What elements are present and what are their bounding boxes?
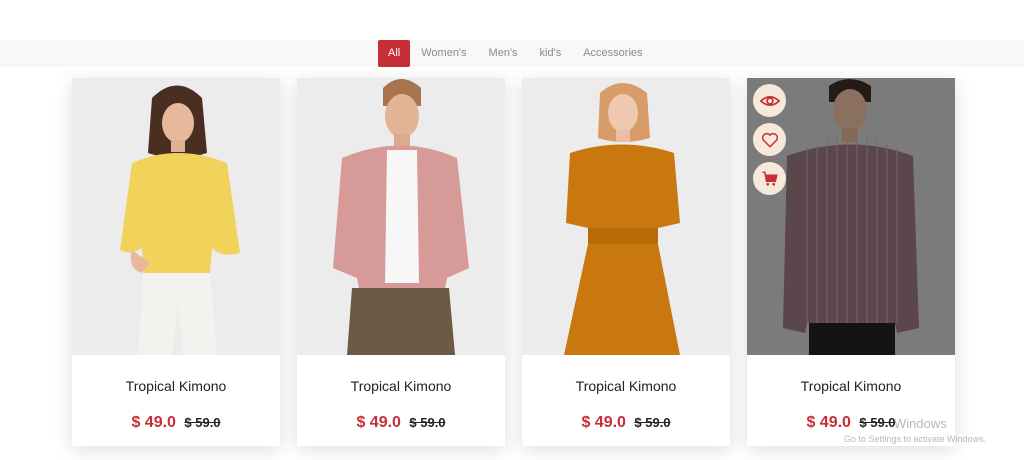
cart-icon: [762, 171, 778, 186]
product-old-price: $ 59.0: [409, 415, 446, 430]
product-price: $ 49.0: [806, 414, 851, 431]
product-old-price: $ 59.0: [634, 415, 671, 430]
product-old-price: $ 59.0: [859, 415, 896, 430]
product-price: $ 49.0: [131, 414, 176, 431]
product-image[interactable]: [297, 78, 505, 355]
product-card[interactable]: Tropical Kimono $ 49.0 $ 59.0: [297, 78, 505, 446]
wishlist-button[interactable]: [753, 123, 786, 156]
product-image[interactable]: [522, 78, 730, 355]
product-title[interactable]: Tropical Kimono: [747, 378, 955, 394]
woman-yellow-blouse-photo: [72, 78, 280, 355]
product-image[interactable]: [747, 78, 955, 355]
quick-view-button[interactable]: [753, 84, 786, 117]
woman-orange-dress-photo: [522, 78, 730, 355]
price-row: $ 49.0 $ 59.0: [72, 414, 280, 432]
product-title[interactable]: Tropical Kimono: [72, 378, 280, 394]
product-card[interactable]: Tropical Kimono $ 49.0 $ 59.0: [72, 78, 280, 446]
tab-womens[interactable]: Women's: [410, 40, 477, 67]
tab-accessories[interactable]: Accessories: [572, 40, 653, 67]
heart-icon: [761, 132, 778, 148]
tab-all[interactable]: All: [378, 40, 411, 67]
price-row: $ 49.0 $ 59.0: [297, 414, 505, 432]
product-price: $ 49.0: [356, 414, 401, 431]
filter-tabs: All Women's Men's kid's Accessories: [378, 40, 654, 67]
product-card[interactable]: Tropical Kimono $ 49.0 $ 59.0: [747, 78, 955, 446]
tab-kids[interactable]: kid's: [529, 40, 573, 67]
windows-activation-watermark: Windows: [894, 416, 947, 431]
eye-icon: [759, 95, 780, 106]
product-title[interactable]: Tropical Kimono: [297, 378, 505, 394]
add-to-cart-button[interactable]: [753, 162, 786, 195]
product-card[interactable]: Tropical Kimono $ 49.0 $ 59.0: [522, 78, 730, 446]
product-title[interactable]: Tropical Kimono: [522, 378, 730, 394]
product-image[interactable]: [72, 78, 280, 355]
windows-activation-note: Go to Settings to activate Windows.: [844, 434, 987, 444]
tab-mens[interactable]: Men's: [478, 40, 529, 67]
product-old-price: $ 59.0: [184, 415, 221, 430]
man-striped-shirt-photo: [747, 78, 955, 355]
price-row: $ 49.0 $ 59.0: [522, 414, 730, 432]
man-pink-shirt-photo: [297, 78, 505, 355]
product-price: $ 49.0: [581, 414, 626, 431]
